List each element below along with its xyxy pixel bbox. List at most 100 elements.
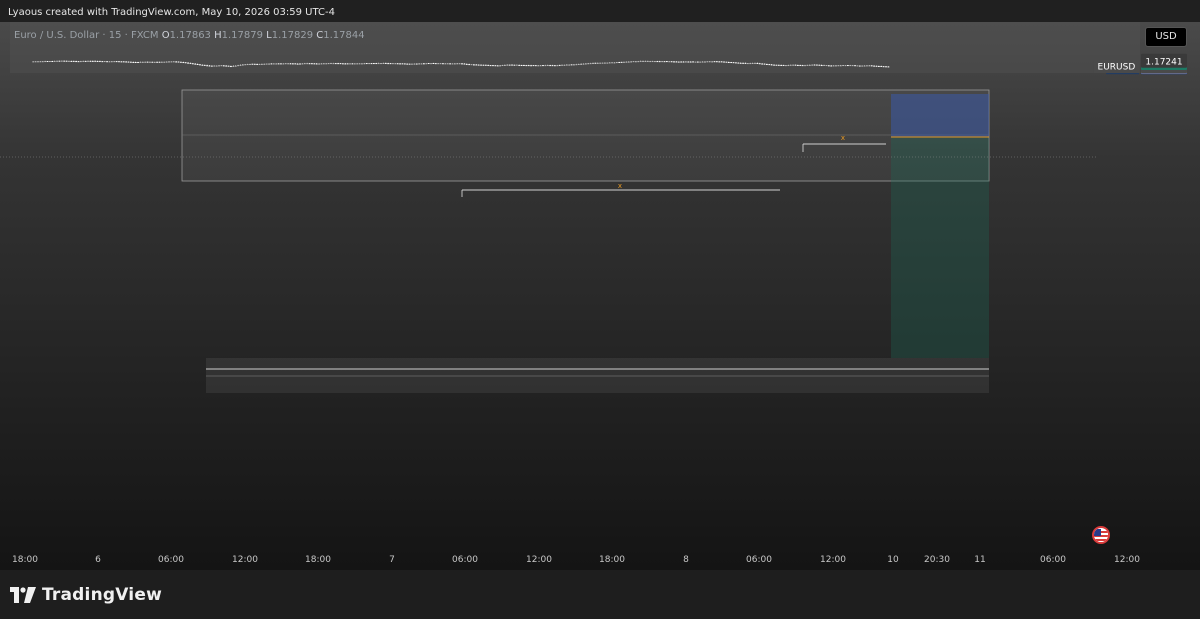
- candle-body: [170, 61, 173, 63]
- candle-body: [256, 63, 259, 65]
- candle-body: [232, 65, 235, 67]
- candle: [77, 61, 80, 63]
- candle-body: [372, 63, 375, 65]
- symbol-title: Euro / U.S. Dollar · 15 · FXCM: [14, 30, 159, 41]
- candle: [415, 63, 418, 65]
- x-tick-label: 18:00: [599, 555, 625, 565]
- candle-body: [637, 61, 640, 63]
- candle-body: [91, 60, 94, 62]
- candle: [430, 62, 432, 65]
- candle-body: [415, 63, 418, 65]
- candle-body: [658, 61, 661, 63]
- candle: [861, 65, 864, 67]
- candle: [403, 63, 406, 65]
- candle: [427, 62, 430, 65]
- candle-body: [816, 64, 818, 66]
- candle-body: [408, 63, 411, 65]
- candle-body: [835, 65, 837, 67]
- candle-body: [732, 62, 735, 64]
- candle-body: [799, 64, 802, 66]
- candle: [851, 64, 854, 67]
- stop-zone[interactable]: [891, 137, 989, 358]
- candle: [646, 60, 649, 62]
- candle: [280, 63, 282, 65]
- candle-body: [704, 61, 706, 63]
- candle: [654, 61, 656, 63]
- candle-body: [715, 61, 718, 63]
- brand-logo[interactable]: TradingView: [10, 585, 162, 605]
- candle-body: [830, 65, 833, 67]
- candle-body: [353, 63, 356, 65]
- candle: [213, 65, 216, 67]
- candle: [775, 64, 778, 66]
- candle-body: [456, 63, 459, 65]
- candle: [806, 64, 809, 66]
- candle-body: [218, 65, 220, 67]
- candle-body: [418, 63, 421, 65]
- symbol-info[interactable]: Euro / U.S. Dollar · 15 · FXCM O1.17863 …: [14, 30, 365, 41]
- candle: [594, 62, 597, 64]
- candle-body: [396, 63, 399, 65]
- currency-button[interactable]: USD: [1145, 27, 1187, 47]
- ohlc-value: 1.17863: [169, 30, 211, 41]
- candle-body: [875, 65, 878, 67]
- x-tick-label: 7: [389, 555, 395, 565]
- candle-body: [351, 63, 354, 65]
- candle-body: [139, 61, 142, 63]
- x-tick-label: 8: [683, 555, 689, 565]
- candle-body: [618, 61, 621, 63]
- candle-body: [858, 65, 861, 67]
- candle-body: [432, 63, 435, 65]
- candle: [330, 62, 332, 65]
- candle: [94, 60, 97, 62]
- candle-body: [168, 61, 170, 63]
- candle-body: [487, 64, 490, 66]
- demand-zone[interactable]: [206, 358, 989, 393]
- candle-body: [854, 65, 856, 67]
- candle-body: [96, 60, 99, 62]
- candle: [639, 60, 642, 62]
- candle: [44, 60, 47, 63]
- candle-body: [215, 65, 218, 67]
- candle-body: [549, 65, 552, 67]
- candle-body: [565, 64, 568, 66]
- candle: [401, 63, 404, 65]
- us-flag-icon[interactable]: [1092, 526, 1110, 544]
- candle: [837, 65, 840, 67]
- candle-body: [287, 63, 290, 65]
- tradingview-logo-icon: [10, 587, 36, 603]
- candle-body: [158, 61, 161, 63]
- candle: [365, 63, 368, 65]
- candle-body: [663, 61, 666, 63]
- candle-body: [694, 61, 697, 63]
- candle-body: [758, 63, 761, 65]
- candle-body: [220, 65, 223, 67]
- candle-body: [337, 63, 340, 65]
- candle: [101, 60, 104, 63]
- price-tag: 1.17241: [1141, 53, 1187, 68]
- candle-body: [470, 64, 473, 66]
- candle-body: [811, 64, 814, 66]
- candle-body: [60, 60, 63, 62]
- candle: [768, 63, 771, 66]
- candle-body: [608, 62, 611, 64]
- candle-body: [194, 63, 197, 65]
- candle: [153, 61, 156, 63]
- candle: [325, 63, 328, 65]
- ohlc-value: 1.17879: [221, 30, 263, 41]
- price-chart[interactable]: x x 1.180001.179001.178501.178001.177501…: [0, 0, 1200, 570]
- candle-body: [282, 63, 285, 65]
- target-zone[interactable]: [891, 94, 989, 137]
- candle: [384, 62, 387, 64]
- candle-body: [237, 65, 239, 67]
- candle: [82, 60, 85, 62]
- candle: [99, 60, 101, 62]
- candle-body: [718, 61, 721, 63]
- candle-body: [289, 63, 292, 65]
- x-tick-label: 06:00: [158, 555, 184, 565]
- candle-body: [187, 62, 189, 64]
- supply-zone[interactable]: [181, 89, 990, 182]
- candle: [720, 61, 723, 63]
- candle-body: [615, 62, 618, 64]
- candle-body: [873, 65, 875, 67]
